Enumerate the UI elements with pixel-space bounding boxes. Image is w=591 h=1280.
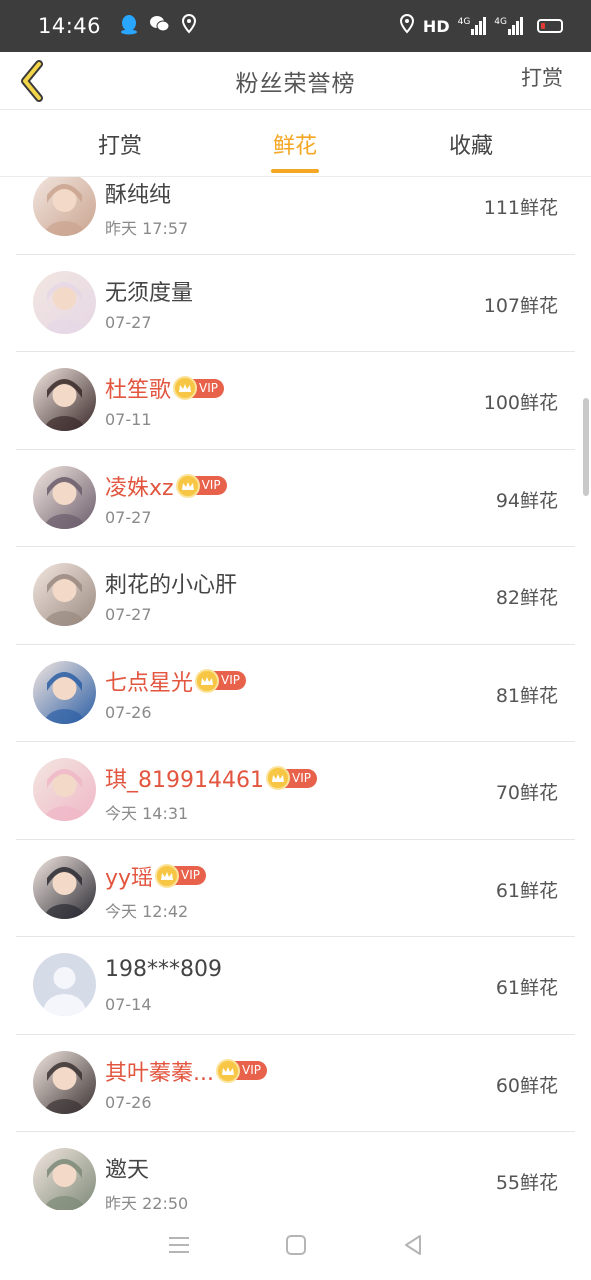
signal-icon: 4G bbox=[458, 17, 487, 35]
avatar[interactable] bbox=[33, 953, 96, 1016]
fan-row[interactable]: 无须度量 07-27 107鲜花 bbox=[16, 255, 575, 352]
hd-indicator: HD bbox=[422, 16, 450, 36]
fan-date: 今天 12:42 bbox=[105, 901, 189, 921]
vip-badge: VIP bbox=[155, 863, 207, 888]
fan-name[interactable]: 七点星光 bbox=[105, 665, 193, 697]
fan-date: 07-26 bbox=[105, 1092, 152, 1112]
wechat-icon bbox=[149, 14, 171, 38]
home-button[interactable] bbox=[276, 1225, 316, 1265]
tab-reward[interactable]: 打赏 bbox=[60, 111, 180, 177]
vip-badge: VIP bbox=[175, 473, 227, 498]
menu-icon bbox=[168, 1237, 189, 1253]
fan-row[interactable]: 198***809 07-14 61鲜花 bbox=[16, 937, 575, 1035]
avatar[interactable] bbox=[33, 563, 96, 626]
avatar[interactable] bbox=[33, 1148, 96, 1210]
signal-icon: 4G bbox=[494, 17, 523, 35]
vip-badge: VIP bbox=[173, 376, 224, 400]
fan-row[interactable]: 刺花的小心肝 07-27 82鲜花 bbox=[16, 547, 575, 645]
back-nav-button[interactable] bbox=[393, 1225, 433, 1265]
fan-name[interactable]: 198***809 bbox=[105, 957, 222, 982]
system-nav-bar bbox=[0, 1210, 591, 1280]
flower-count: 82鲜花 bbox=[495, 587, 558, 609]
active-tab-indicator bbox=[271, 169, 319, 173]
fan-date: 07-11 bbox=[105, 410, 152, 429]
avatar[interactable] bbox=[33, 270, 96, 334]
flower-count: 100鲜花 bbox=[483, 392, 558, 414]
app-header: 粉丝荣誉榜 打赏 bbox=[0, 52, 591, 110]
flower-count: 61鲜花 bbox=[495, 977, 558, 999]
status-time: 14:46 bbox=[38, 14, 102, 38]
back-button[interactable] bbox=[14, 56, 50, 106]
qq-icon bbox=[119, 13, 139, 39]
fan-name[interactable]: 凌姝xz bbox=[105, 470, 174, 502]
flower-count: 81鲜花 bbox=[495, 684, 558, 707]
screen: 14:46 HD 4G 4G 粉丝荣誉榜 打赏 打赏 鲜花 收藏 酥纯纯 昨天 … bbox=[0, 0, 591, 1280]
tab-flowers[interactable]: 鲜花 bbox=[235, 111, 355, 177]
battery-icon bbox=[537, 19, 563, 33]
flower-count: 70鲜花 bbox=[495, 782, 558, 804]
location-icon bbox=[181, 13, 197, 38]
back-triangle-icon bbox=[404, 1235, 421, 1255]
avatar[interactable] bbox=[33, 758, 96, 821]
avatar[interactable] bbox=[33, 177, 96, 236]
avatar[interactable] bbox=[33, 1050, 96, 1114]
fan-name[interactable]: 琪_819914461 bbox=[105, 762, 264, 794]
scrollbar[interactable] bbox=[583, 398, 589, 496]
fan-date: 07-27 bbox=[105, 605, 152, 624]
fan-name[interactable]: 无须度量 bbox=[105, 275, 193, 307]
location-icon bbox=[399, 13, 415, 38]
status-bar: 14:46 HD 4G 4G bbox=[0, 0, 591, 52]
fan-row[interactable]: 酥纯纯昨天 17:57 111鲜花 bbox=[16, 177, 575, 255]
flower-count: 111鲜花 bbox=[483, 197, 558, 219]
reward-button[interactable]: 打赏 bbox=[521, 62, 563, 92]
fan-date: 07-14 bbox=[105, 995, 152, 1014]
avatar[interactable] bbox=[33, 660, 96, 724]
menu-button[interactable] bbox=[159, 1225, 199, 1265]
flower-count: 55鲜花 bbox=[495, 1172, 558, 1194]
crown-icon bbox=[195, 668, 220, 693]
fan-date: 今天 14:31 bbox=[105, 804, 189, 823]
crown-icon bbox=[265, 766, 290, 790]
crown-icon bbox=[175, 473, 200, 498]
page-title: 粉丝荣誉榜 bbox=[235, 70, 356, 97]
fan-date: 07-26 bbox=[105, 702, 152, 722]
fan-date: 07-27 bbox=[105, 312, 152, 332]
avatar[interactable] bbox=[33, 855, 96, 919]
tab-favorites[interactable]: 收藏 bbox=[411, 111, 531, 177]
fans-list[interactable]: 酥纯纯 昨天 17:57 111鲜花 无须度量 07-27 107鲜花 杜笙歌 VIP 07-1… bbox=[0, 177, 591, 1210]
home-square-icon bbox=[285, 1235, 306, 1255]
fan-name[interactable]: yy瑶 bbox=[105, 860, 153, 892]
tab-bar: 打赏 鲜花 收藏 bbox=[0, 111, 591, 177]
fan-name[interactable]: 其叶蓁蓁... bbox=[105, 1055, 214, 1087]
avatar[interactable] bbox=[33, 465, 96, 529]
vip-badge: VIP bbox=[195, 668, 246, 693]
fan-row[interactable]: 邀天昨天 22:50 55鲜花 bbox=[16, 1132, 575, 1210]
fan-row[interactable]: 凌姝xz VIP 07-27 94鲜花 bbox=[16, 450, 575, 547]
fan-name[interactable]: 刺花的小心肝 bbox=[105, 567, 237, 599]
flower-count: 60鲜花 bbox=[495, 1074, 558, 1097]
fan-name[interactable]: 邀天 bbox=[105, 1152, 149, 1184]
fan-row[interactable]: 琪_819914461 VIP 今天 14:31 70鲜花 bbox=[16, 742, 575, 840]
flower-count: 61鲜花 bbox=[495, 879, 558, 902]
fan-name[interactable]: 酥纯纯 bbox=[105, 177, 171, 209]
vip-badge: VIP bbox=[215, 1058, 267, 1083]
flower-count: 107鲜花 bbox=[483, 294, 558, 317]
back-arrow-icon bbox=[21, 60, 43, 102]
fan-row[interactable]: yy瑶 VIP 今天 12:42 61鲜花 bbox=[16, 840, 575, 937]
fan-date: 昨天 22:50 bbox=[105, 1194, 189, 1210]
crown-icon bbox=[215, 1058, 240, 1083]
crown-icon bbox=[155, 863, 180, 888]
fan-row[interactable]: 其叶蓁蓁... VIP 07-26 60鲜花 bbox=[16, 1035, 575, 1132]
fan-row[interactable]: 七点星光 VIP 07-26 81鲜花 bbox=[16, 645, 575, 742]
flower-count: 94鲜花 bbox=[495, 489, 558, 512]
fan-row[interactable]: 杜笙歌 VIP 07-11 100鲜花 bbox=[16, 352, 575, 450]
crown-icon bbox=[173, 376, 198, 400]
fan-name[interactable]: 杜笙歌 bbox=[105, 372, 171, 404]
fan-date: 昨天 17:57 bbox=[105, 219, 189, 238]
avatar[interactable] bbox=[33, 368, 96, 431]
fan-date: 07-27 bbox=[105, 507, 152, 527]
vip-badge: VIP bbox=[265, 766, 317, 790]
